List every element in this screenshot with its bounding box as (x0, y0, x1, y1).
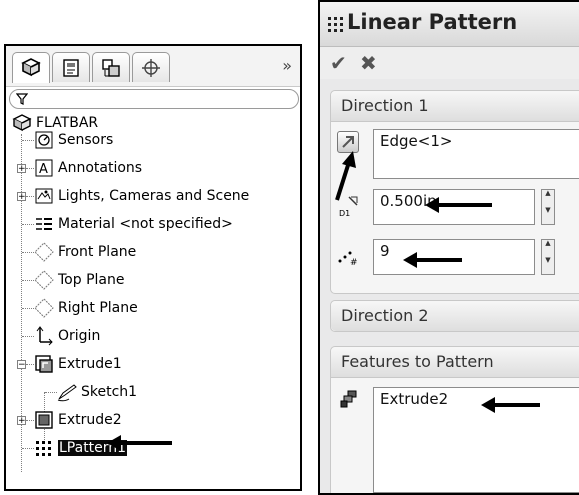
configuration-manager-icon (102, 59, 120, 77)
extrude-feature-icon (34, 354, 54, 374)
features-icon (340, 390, 357, 408)
expand-toggle[interactable]: + (17, 164, 26, 174)
property-manager-tab[interactable] (52, 52, 90, 82)
tree-item-label: Top Plane (58, 272, 125, 288)
origin-icon (34, 326, 54, 346)
features-list[interactable]: Extrude2 (373, 387, 579, 493)
group-title: Features to Pattern (341, 352, 494, 371)
tree-item-label: Sensors (58, 132, 114, 148)
linear-pattern-icon (328, 17, 343, 32)
instance-count-value: 9 (380, 242, 390, 260)
svg-text:#: # (350, 258, 358, 267)
part-icon (12, 113, 32, 133)
property-manager-icon (63, 59, 79, 77)
tree-item-label: Sketch1 (81, 384, 138, 400)
tree-item-front-plane[interactable]: Front Plane (34, 241, 136, 263)
tree-item-origin[interactable]: Origin (34, 325, 100, 347)
tree-connector (45, 392, 57, 393)
svg-text:A: A (39, 162, 48, 177)
sensor-icon (34, 130, 54, 150)
filter-icon (16, 93, 28, 105)
instance-count-stepper[interactable]: ▲ ▼ (541, 239, 555, 275)
tree-item-lights[interactable]: Lights, Cameras and Scene (34, 185, 249, 207)
tree-item-label: Material <not specified> (58, 216, 233, 232)
tree-connector (22, 336, 34, 337)
sketch-icon (57, 382, 77, 402)
features-to-pattern-group: Features to Pattern ⌃ Extrude2 (330, 346, 579, 493)
more-tabs-button[interactable]: » (282, 56, 292, 75)
tree-item-sensors[interactable]: Sensors (34, 129, 113, 151)
tree-item-label: Origin (58, 328, 101, 344)
instance-count-icon: # (338, 251, 358, 267)
tree-connector (22, 308, 34, 309)
tree-connector (26, 364, 34, 365)
material-icon (34, 214, 54, 234)
tree-item-label: Front Plane (58, 244, 137, 260)
callout-arrow-icon (403, 252, 462, 268)
tree-item-extrude1[interactable]: Extrude1 (34, 353, 122, 375)
direction-edge-value: Edge<1> (380, 132, 453, 150)
property-manager-panel: Linear Pattern ✔ ✖ Direction 1 ⌃ Edge<1>… (318, 0, 579, 495)
tree-item-extrude2[interactable]: Extrude2 (34, 409, 122, 431)
annotations-icon: A (34, 158, 54, 178)
direction2-group: Direction 2 ⌄ (330, 300, 579, 332)
manager-tab-bar: » (6, 46, 300, 87)
direction-edge-field[interactable]: Edge<1> (373, 129, 579, 179)
tree-connector (22, 224, 34, 225)
tree-item-material[interactable]: Material <not specified> (34, 213, 233, 235)
group-title: Direction 2 (341, 306, 429, 325)
feature-manager-tab[interactable] (12, 52, 50, 83)
cancel-button[interactable]: ✖ (360, 51, 377, 75)
svg-text:D1: D1 (339, 209, 350, 218)
callout-arrow-icon (335, 151, 356, 201)
tree-filter-input[interactable] (9, 89, 299, 109)
plane-icon (34, 242, 54, 262)
callout-arrow-icon (425, 197, 492, 213)
tree-item-label: Lights, Cameras and Scene (58, 188, 250, 204)
dim-xpert-manager-tab[interactable] (132, 52, 170, 82)
lights-cameras-icon (34, 186, 54, 206)
pm-action-bar: ✔ ✖ (320, 47, 579, 79)
feature-manager-panel: » FLATBAR Sensors + A Annotations + Ligh… (4, 44, 302, 491)
reverse-direction-icon (342, 136, 354, 148)
callout-arrow-icon (481, 397, 540, 413)
tree-item-right-plane[interactable]: Right Plane (34, 297, 138, 319)
features-header[interactable]: Features to Pattern ⌃ (331, 347, 579, 378)
direction1-header[interactable]: Direction 1 ⌃ (331, 91, 579, 122)
linear-pattern-icon (34, 438, 54, 458)
tree-item-sketch1[interactable]: Sketch1 (57, 381, 137, 403)
feature-manager-icon (21, 58, 41, 77)
tree-item-label: Right Plane (58, 300, 138, 316)
tree-connector (22, 280, 34, 281)
tree-connector (22, 252, 34, 253)
tree-connector (22, 140, 34, 141)
configuration-manager-tab[interactable] (92, 52, 130, 82)
crosshair-icon (142, 59, 160, 77)
tree-connector (26, 168, 34, 169)
tree-item-label: Extrude2 (58, 412, 122, 428)
tree-item-label: Annotations (58, 160, 143, 176)
tree-item-annotations[interactable]: A Annotations (34, 157, 142, 179)
expand-toggle[interactable]: + (17, 192, 26, 202)
features-list-item: Extrude2 (380, 390, 449, 408)
tree-item-label: Extrude1 (58, 356, 122, 372)
collapse-toggle[interactable]: − (17, 360, 26, 370)
extrude-feature-icon (34, 410, 54, 430)
expand-toggle[interactable]: + (17, 416, 26, 426)
pm-title: Linear Pattern (347, 10, 518, 34)
tree-item-top-plane[interactable]: Top Plane (34, 269, 124, 291)
tree-connector (26, 420, 34, 421)
tree-connector (26, 196, 34, 197)
callout-arrow-icon (107, 435, 172, 451)
direction2-header[interactable]: Direction 2 ⌄ (331, 301, 579, 331)
pm-title-bar: Linear Pattern (320, 2, 579, 47)
tree-connector (22, 448, 34, 449)
plane-icon (34, 270, 54, 290)
ok-button[interactable]: ✔ (330, 51, 347, 75)
spacing-stepper[interactable]: ▲ ▼ (541, 189, 555, 225)
group-title: Direction 1 (341, 96, 429, 115)
plane-icon (34, 298, 54, 318)
